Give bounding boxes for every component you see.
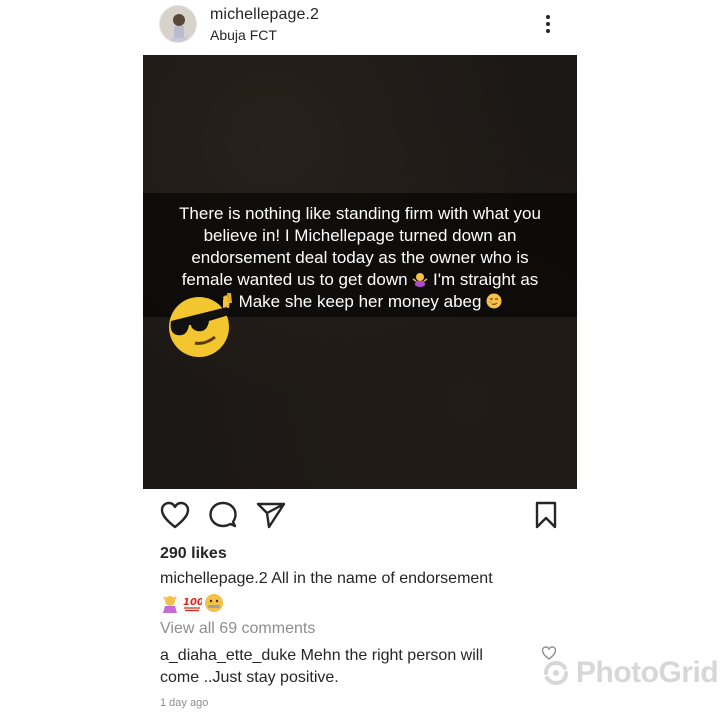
comment-icon[interactable] bbox=[206, 498, 240, 532]
caption-username[interactable]: michellepage.2 bbox=[160, 570, 268, 587]
likes-count[interactable]: 290 likes bbox=[160, 545, 227, 563]
image-caption-line-3: endorsement deal today as the owner who … bbox=[191, 248, 529, 267]
post-username[interactable]: michellepage.2 bbox=[210, 6, 319, 24]
image-caption-line-4: female wanted us to get down I'm straigh… bbox=[153, 269, 567, 291]
instagram-post-screen: michellepage.2 Abuja FCT There is nothin… bbox=[0, 0, 720, 720]
heart-icon[interactable] bbox=[158, 498, 192, 532]
send-icon[interactable] bbox=[254, 498, 288, 532]
caption-text: All in the name of endorsement bbox=[271, 570, 493, 587]
post-timestamp: 1 day ago bbox=[160, 697, 209, 709]
shrug-emoji-icon bbox=[412, 273, 428, 287]
svg-text:100: 100 bbox=[183, 597, 202, 608]
action-bar bbox=[0, 498, 720, 538]
smirk-emoji-icon bbox=[486, 293, 502, 309]
woman-gesturing-emoji-icon bbox=[163, 596, 177, 613]
image-caption-line-5a: Make she keep her money abeg bbox=[238, 292, 482, 311]
image-caption-line-1: There is nothing like standing firm with… bbox=[179, 204, 541, 223]
comment-username[interactable]: a_diaha_ette_duke bbox=[160, 647, 296, 664]
avatar[interactable] bbox=[159, 5, 197, 43]
bookmark-icon[interactable] bbox=[529, 498, 563, 532]
image-caption-line-4a: female wanted us to get down bbox=[181, 270, 408, 289]
post-image[interactable]: There is nothing like standing firm with… bbox=[143, 55, 577, 489]
comment-item: a_diaha_ette_duke Mehn the right person … bbox=[160, 645, 520, 689]
hundred-points-emoji-icon: 100 bbox=[183, 597, 202, 612]
sunglasses-emoji-icon bbox=[169, 293, 232, 357]
watermark-text: PhotoGrid bbox=[576, 656, 719, 689]
post-header: michellepage.2 Abuja FCT bbox=[0, 0, 720, 56]
caption-emoji-row: 100 bbox=[160, 592, 224, 614]
post-caption: michellepage.2 All in the name of endors… bbox=[160, 570, 493, 588]
view-all-comments-link[interactable]: View all 69 comments bbox=[160, 620, 315, 638]
photogrid-watermark: PhotoGrid bbox=[540, 655, 719, 691]
image-caption-line-4b: I'm straight as bbox=[433, 270, 539, 289]
image-caption-line-2: believe in! I Michellepage turned down a… bbox=[203, 226, 517, 245]
photogrid-logo-icon bbox=[544, 660, 568, 686]
more-options-icon[interactable] bbox=[540, 10, 556, 38]
post-location[interactable]: Abuja FCT bbox=[210, 27, 277, 43]
zipper-mouth-emoji-icon bbox=[205, 594, 223, 612]
